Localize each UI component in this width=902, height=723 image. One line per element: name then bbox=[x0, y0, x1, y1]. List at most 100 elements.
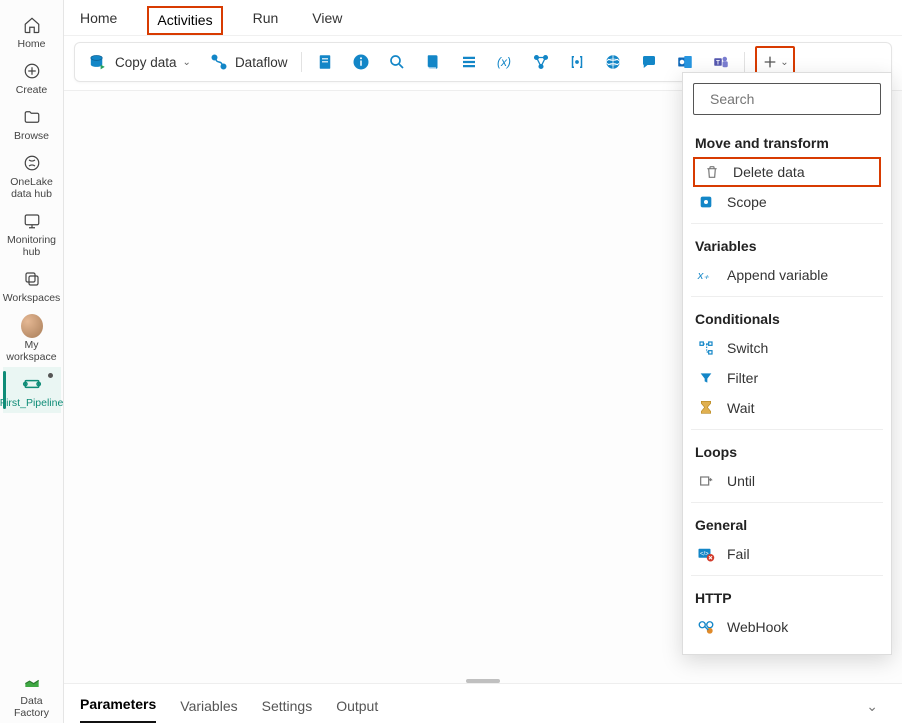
notebook-icon[interactable] bbox=[310, 47, 340, 77]
group-move-transform: Move and transform bbox=[693, 127, 881, 157]
sidebar-item-label: My workspace bbox=[3, 339, 61, 363]
unsaved-dot-icon bbox=[48, 373, 53, 378]
globe-icon[interactable] bbox=[598, 47, 628, 77]
activity-wait[interactable]: Wait bbox=[693, 393, 881, 423]
activity-label: Filter bbox=[727, 370, 758, 386]
bottom-tabs: Parameters Variables Settings Output ⌄ bbox=[64, 683, 902, 723]
activity-webhook[interactable]: WebHook bbox=[693, 612, 881, 642]
sidebar-item-myworkspace[interactable]: My workspace bbox=[3, 309, 61, 367]
sidebar-item-label: Data Factory bbox=[3, 695, 61, 719]
group-http: HTTP bbox=[693, 582, 881, 612]
scope-icon bbox=[697, 193, 715, 211]
activity-switch[interactable]: Switch bbox=[693, 333, 881, 363]
group-variables: Variables bbox=[693, 230, 881, 260]
activity-scope[interactable]: Scope bbox=[693, 187, 881, 217]
search-input[interactable] bbox=[710, 91, 891, 107]
sidebar-item-onelake[interactable]: OneLake data hub bbox=[3, 146, 61, 204]
chevron-down-icon: ⌄ bbox=[780, 57, 788, 68]
sidebar-item-pipeline[interactable]: First_Pipeline bbox=[3, 367, 61, 413]
bottom-tab-output[interactable]: Output bbox=[336, 690, 378, 723]
sidebar-item-home[interactable]: Home bbox=[3, 8, 61, 54]
tab-activities[interactable]: Activities bbox=[147, 6, 222, 35]
bottom-tab-settings[interactable]: Settings bbox=[262, 690, 313, 723]
list-icon[interactable] bbox=[454, 47, 484, 77]
activities-dropdown: Move and transform Delete data Scope Var… bbox=[682, 72, 892, 655]
home-icon bbox=[21, 14, 43, 36]
svg-text:T: T bbox=[717, 60, 721, 66]
info-icon[interactable] bbox=[346, 47, 376, 77]
activity-label: Until bbox=[727, 473, 755, 489]
sidebar-item-label: Create bbox=[16, 84, 48, 96]
activity-fail[interactable]: </> Fail bbox=[693, 539, 881, 569]
pipeline-icon bbox=[21, 373, 43, 395]
sidebar-item-label: First_Pipeline bbox=[0, 397, 63, 409]
sidebar-item-datafactory[interactable]: Data Factory bbox=[3, 665, 61, 723]
search-box[interactable] bbox=[693, 83, 881, 115]
script-icon[interactable] bbox=[418, 47, 448, 77]
webhook-icon bbox=[697, 618, 715, 636]
tab-home[interactable]: Home bbox=[76, 2, 121, 35]
activity-append-variable[interactable]: x₊ Append variable bbox=[693, 260, 881, 290]
sidebar-item-label: Browse bbox=[14, 130, 49, 142]
activity-until[interactable]: Until bbox=[693, 466, 881, 496]
tab-view[interactable]: View bbox=[308, 2, 346, 35]
hourglass-icon bbox=[697, 399, 715, 417]
sidebar-item-label: OneLake data hub bbox=[3, 176, 61, 200]
sidebar-item-monitoring[interactable]: Monitoring hub bbox=[3, 204, 61, 262]
activity-label: Wait bbox=[727, 400, 754, 416]
plus-circle-icon bbox=[21, 60, 43, 82]
sidebar-item-label: Monitoring hub bbox=[3, 234, 61, 258]
trash-icon bbox=[703, 163, 721, 181]
main-area: Home Activities Run View Copy data ⌄ Dat… bbox=[64, 0, 902, 723]
plus-icon bbox=[762, 54, 778, 70]
top-tabs: Home Activities Run View bbox=[64, 0, 902, 36]
bracket-icon[interactable] bbox=[562, 47, 592, 77]
bottom-tab-variables[interactable]: Variables bbox=[180, 690, 237, 723]
group-general: General bbox=[693, 509, 881, 539]
activity-filter[interactable]: Filter bbox=[693, 363, 881, 393]
activity-label: Delete data bbox=[733, 164, 805, 180]
activity-delete-data[interactable]: Delete data bbox=[693, 157, 881, 187]
activity-label: Scope bbox=[727, 194, 767, 210]
sidebar-item-label: Workspaces bbox=[3, 292, 61, 304]
fail-icon: </> bbox=[697, 545, 715, 563]
copy-data-icon bbox=[89, 52, 109, 72]
svg-text:x₊: x₊ bbox=[697, 270, 709, 282]
datafactory-icon bbox=[21, 671, 43, 693]
dataflow-icon bbox=[209, 52, 229, 72]
activity-label: Switch bbox=[727, 340, 768, 356]
folder-icon bbox=[21, 106, 43, 128]
dataflow-label: Dataflow bbox=[235, 55, 288, 70]
activity-label: Fail bbox=[727, 546, 750, 562]
monitor-icon bbox=[21, 210, 43, 232]
sidebar-item-browse[interactable]: Browse bbox=[3, 100, 61, 146]
sidebar-item-label: Home bbox=[17, 38, 45, 50]
variable-icon[interactable]: (x) bbox=[490, 47, 520, 77]
switch-icon bbox=[697, 339, 715, 357]
dataflow-button[interactable]: Dataflow bbox=[203, 48, 294, 76]
group-loops: Loops bbox=[693, 436, 881, 466]
filter-icon bbox=[697, 369, 715, 387]
workspaces-icon bbox=[21, 268, 43, 290]
bottom-tab-parameters[interactable]: Parameters bbox=[80, 688, 156, 723]
resize-handle[interactable] bbox=[466, 679, 500, 683]
chat-icon[interactable] bbox=[634, 47, 664, 77]
svg-text:(x): (x) bbox=[497, 55, 511, 69]
sidebar-item-workspaces[interactable]: Workspaces bbox=[3, 262, 61, 308]
group-conditionals: Conditionals bbox=[693, 303, 881, 333]
avatar-icon bbox=[21, 315, 43, 337]
onelake-icon bbox=[21, 152, 43, 174]
flow-icon[interactable] bbox=[526, 47, 556, 77]
left-sidebar: Home Create Browse OneLake data hub Moni… bbox=[0, 0, 64, 723]
until-icon bbox=[697, 472, 715, 490]
collapse-panel-button[interactable]: ⌄ bbox=[858, 690, 886, 723]
chevron-down-icon: ⌄ bbox=[183, 57, 191, 68]
tab-run[interactable]: Run bbox=[249, 2, 283, 35]
variable-plus-icon: x₊ bbox=[697, 266, 715, 284]
copy-data-label: Copy data bbox=[115, 55, 177, 70]
search-icon[interactable] bbox=[382, 47, 412, 77]
activity-label: WebHook bbox=[727, 619, 788, 635]
activity-label: Append variable bbox=[727, 267, 828, 283]
sidebar-item-create[interactable]: Create bbox=[3, 54, 61, 100]
copy-data-button[interactable]: Copy data ⌄ bbox=[83, 48, 197, 76]
